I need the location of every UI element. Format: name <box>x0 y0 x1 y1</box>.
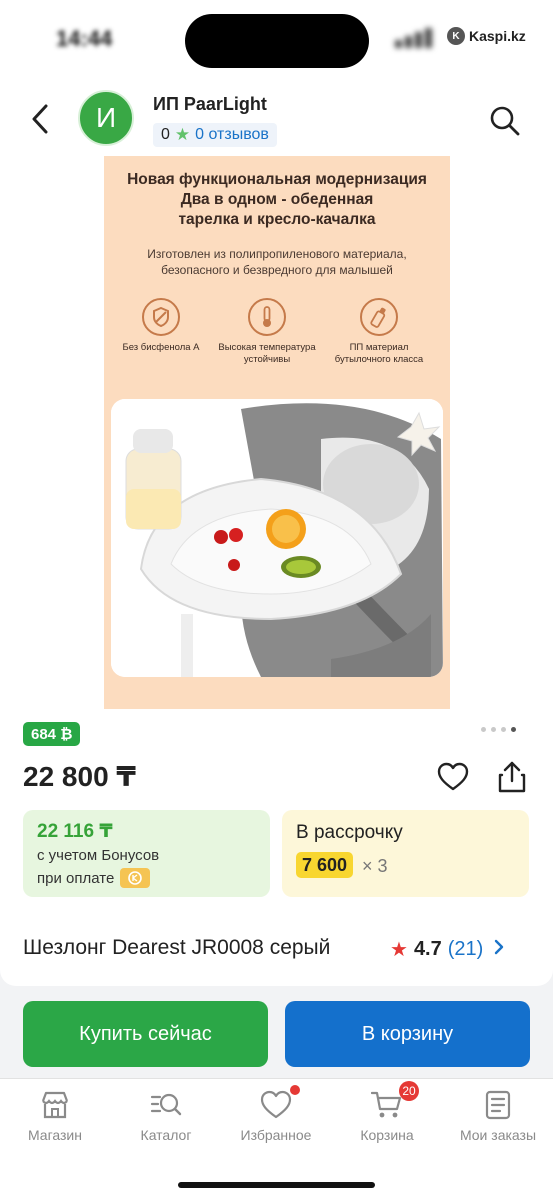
product-rating-link[interactable]: ★ 4.7 (21) <box>390 937 505 962</box>
heart-icon <box>260 1085 300 1121</box>
baby-rocker-illustration <box>111 399 443 677</box>
heart-icon <box>437 762 469 791</box>
nav-item-catalog[interactable]: Каталог <box>116 1089 216 1143</box>
seller-rating-value: 0 <box>161 126 170 143</box>
favorite-button[interactable] <box>437 762 469 792</box>
feature-label: устойчивы <box>243 354 291 365</box>
status-time: 14:44 <box>56 26 113 51</box>
product-info: 684 ₿ 22 800 ₸ 22 116 ₸ с учетом Бонусов… <box>0 716 553 986</box>
nav-label: Магазин <box>27 1127 82 1143</box>
feature-label: бутылочного класса <box>334 354 424 365</box>
product-gallery[interactable]: Новая функциональная модернизация Два в … <box>0 156 553 716</box>
feature-label: Без бисфенола А <box>122 342 200 353</box>
add-to-cart-button[interactable]: В корзину <box>285 1001 530 1067</box>
product-rating-value: 4.7 <box>413 938 442 960</box>
image-subtitle: Изготовлен из полипропиленового материал… <box>104 246 450 278</box>
chevron-left-icon <box>32 104 48 134</box>
seller-reviews-link[interactable]: 0 отзывов <box>195 126 269 144</box>
feature-bpa-free: Без бисфенола А <box>106 298 216 354</box>
seller-name[interactable]: ИП PaarLight <box>153 94 267 115</box>
share-button[interactable] <box>496 760 528 794</box>
carousel-dot <box>501 727 506 732</box>
thermometer-icon <box>248 298 286 336</box>
feature-label: Высокая температура <box>218 342 316 353</box>
product-image[interactable]: Новая функциональная модернизация Два в … <box>104 156 450 709</box>
signal-icon <box>395 28 443 48</box>
nav-label: Избранное <box>240 1127 312 1143</box>
bonus-badge: 684 ₿ <box>23 722 81 746</box>
image-title: Новая функциональная модернизация Два в … <box>104 170 450 230</box>
carousel-indicator <box>481 727 516 732</box>
search-icon <box>490 106 520 136</box>
bottle-icon <box>360 298 398 336</box>
bonus-payment-text: при оплате <box>37 869 115 887</box>
nav-item-orders[interactable]: Мои заказы <box>448 1089 548 1143</box>
notification-dot <box>290 1085 300 1095</box>
installment-label: В рассрочку <box>296 822 403 843</box>
nav-label: Каталог <box>140 1127 192 1143</box>
nav-item-store[interactable]: Магазин <box>5 1089 105 1143</box>
installment-card[interactable]: В рассрочку 7 600 × 3 <box>282 810 529 897</box>
bonus-price-card[interactable]: 22 116 ₸ с учетом Бонусов при оплате <box>23 810 270 897</box>
carousel-dot <box>491 727 496 732</box>
cart-icon: 20 <box>370 1081 419 1121</box>
carousel-dot-active <box>511 727 516 732</box>
nav-label: Мои заказы <box>459 1127 537 1143</box>
product-reviews-count: (21) <box>447 938 484 960</box>
star-icon: ★ <box>390 939 408 961</box>
product-photo <box>111 399 443 677</box>
image-title-line: Два в одном - обеденная <box>180 191 374 208</box>
image-subtitle-line: Изготовлен из полипропиленового материал… <box>147 247 407 261</box>
installment-amount: 7 600 <box>296 852 354 878</box>
store-icon <box>39 1089 71 1121</box>
dynamic-island <box>185 14 369 68</box>
bonus-price: 22 116 ₸ <box>37 821 113 842</box>
share-icon <box>498 761 526 793</box>
seller-avatar[interactable]: И <box>78 90 134 146</box>
orders-icon <box>482 1089 514 1121</box>
kaspi-gold-icon <box>120 868 151 888</box>
feature-heat-resistant: Высокая температура устойчивы <box>212 298 322 366</box>
bonus-caption: с учетом Бонусов <box>37 847 160 864</box>
image-title-line: Новая функциональная модернизация <box>127 171 427 188</box>
nav-item-favorites[interactable]: Избранное <box>226 1085 326 1143</box>
image-title-line: тарелка и кресло-качалка <box>178 211 376 228</box>
chevron-right-icon <box>493 938 505 962</box>
watermark: K Kaspi.kz <box>447 27 526 45</box>
seller-rating[interactable]: 0 ★ 0 отзывов <box>153 123 277 147</box>
watermark-text: Kaspi.kz <box>469 28 526 44</box>
search-button[interactable] <box>488 104 522 138</box>
cart-count-badge: 20 <box>399 1081 419 1101</box>
carousel-dot <box>481 727 486 732</box>
star-icon: ★ <box>174 125 191 144</box>
home-indicator <box>178 1182 375 1188</box>
product-price: 22 800 ₸ <box>23 761 136 792</box>
buy-now-button[interactable]: Купить сейчас <box>23 1001 268 1067</box>
back-button[interactable] <box>28 102 54 136</box>
product-name: Шезлонг Dearest JR0008 серый <box>23 936 331 959</box>
kaspi-logo-icon: K <box>447 27 465 45</box>
nav-label: Корзина <box>360 1127 414 1143</box>
bonus-payment-caption: при оплате <box>37 868 151 888</box>
feature-label: ПП материал <box>349 342 409 353</box>
shop-header: И ИП PaarLight 0 ★ 0 отзывов <box>0 80 553 156</box>
feature-pp-material: ПП материал бутылочного класса <box>324 298 434 366</box>
image-subtitle-line: безопасного и безвредного для малышей <box>161 263 393 277</box>
status-bar: 14:44 K Kaspi.kz <box>0 0 553 80</box>
catalog-search-icon <box>150 1089 182 1121</box>
shield-icon <box>142 298 180 336</box>
installment-multiplier: × 3 <box>362 856 388 876</box>
nav-item-cart[interactable]: 20 Корзина <box>337 1081 437 1143</box>
